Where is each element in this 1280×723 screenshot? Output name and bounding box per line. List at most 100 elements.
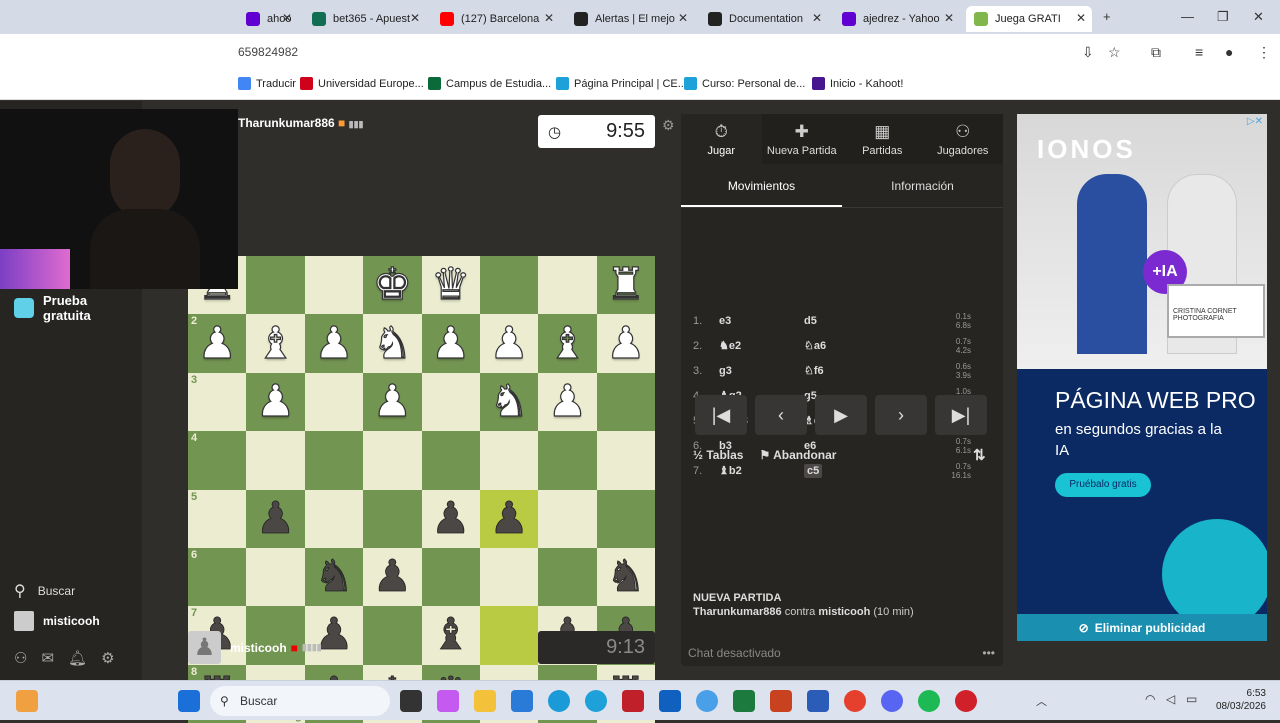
close-tab-icon[interactable]: ✕	[1076, 11, 1086, 25]
remove-ads-button[interactable]: ⊘ Eliminar publicidad	[1017, 614, 1267, 641]
settings-icon[interactable]: ⚙	[101, 649, 114, 667]
board-square[interactable]: ♟	[304, 314, 364, 373]
outlook-icon[interactable]	[659, 690, 681, 712]
close-tab-icon[interactable]: ✕	[678, 11, 688, 25]
black-move[interactable]: d5	[804, 315, 817, 327]
board-square[interactable]: ♝	[538, 314, 597, 373]
profile-icon[interactable]: ●	[1225, 44, 1233, 60]
prev-move-button[interactable]: ‹	[755, 395, 807, 435]
store-icon[interactable]	[511, 690, 533, 712]
panel-tab[interactable]: ⚇ Jugadores	[923, 114, 1004, 164]
app-icon[interactable]	[955, 690, 977, 712]
board-square[interactable]	[421, 431, 480, 490]
url-input[interactable]: 659824982	[238, 38, 1066, 66]
copilot-icon[interactable]	[437, 690, 459, 712]
board-square[interactable]	[246, 431, 305, 490]
board-square[interactable]: ♟	[246, 372, 305, 432]
sidebar-item[interactable]: Prueba gratuita	[14, 293, 113, 323]
app-icon[interactable]	[585, 690, 607, 712]
notifications-icon[interactable]: 🔔︎	[68, 649, 87, 667]
edge-icon[interactable]	[548, 690, 570, 712]
board-square[interactable]: ♝	[421, 606, 480, 665]
white-piece[interactable]: ♟	[372, 379, 413, 424]
black-move[interactable]: ♘f6	[804, 365, 824, 377]
extensions-icon[interactable]: ⧉	[1151, 44, 1161, 61]
white-piece[interactable]: ♟	[605, 320, 646, 365]
white-piece[interactable]: ♞	[372, 320, 413, 365]
battery-icon[interactable]: ▭	[1186, 692, 1197, 706]
close-tab-icon[interactable]: ✕	[944, 11, 954, 25]
board-square[interactable]	[596, 372, 655, 432]
excel-icon[interactable]	[733, 690, 755, 712]
settings-app-icon[interactable]	[696, 690, 718, 712]
bookmark-item[interactable]: Página Principal | CE...	[556, 77, 687, 90]
panel-tab[interactable]: ▦ Partidas	[842, 114, 923, 164]
sidebar-profile[interactable]: misticooh	[14, 611, 100, 631]
white-piece[interactable]: ♟	[430, 320, 471, 365]
chrome-icon[interactable]	[844, 690, 866, 712]
white-move[interactable]: e3	[719, 315, 804, 327]
white-piece[interactable]: ♜	[605, 262, 646, 307]
tray-chevron-icon[interactable]: ︿	[1036, 693, 1047, 709]
bookmark-item[interactable]: Curso: Personal de...	[684, 77, 805, 90]
start-icon[interactable]	[178, 690, 200, 712]
white-piece[interactable]: ♟	[489, 320, 530, 365]
board-square[interactable]: ♟	[479, 314, 539, 373]
widgets-icon[interactable]	[16, 690, 38, 712]
new-tab-button[interactable]: +	[1103, 9, 1111, 24]
board-square[interactable]	[421, 372, 480, 432]
panel-tab[interactable]: ✚ Nueva Partida	[762, 114, 843, 164]
board-square[interactable]: ♟	[421, 489, 480, 548]
word-icon[interactable]	[807, 690, 829, 712]
board-square[interactable]	[246, 547, 305, 607]
bookmark-star-icon[interactable]: ☆	[1108, 44, 1121, 61]
ad-choices-icon[interactable]: ▷✕	[1247, 116, 1263, 127]
black-piece[interactable]: ♟	[372, 554, 412, 599]
maximize-button[interactable]: ❐	[1217, 9, 1229, 25]
board-square[interactable]	[363, 606, 422, 665]
white-piece[interactable]: ♟	[255, 379, 296, 424]
top-player[interactable]: Tharunkumar886 ■ ▮▮▮	[238, 116, 364, 130]
file-explorer-icon[interactable]	[474, 690, 496, 712]
black-piece[interactable]: ♞	[314, 554, 354, 599]
install-icon[interactable]: ⇩	[1082, 44, 1094, 61]
wifi-icon[interactable]: ◠	[1145, 692, 1155, 706]
white-piece[interactable]: ♟	[197, 320, 238, 365]
white-move[interactable]: ♞e2	[719, 339, 804, 352]
minimize-button[interactable]: —	[1181, 9, 1194, 24]
white-piece[interactable]: ♝	[547, 320, 588, 365]
close-tab-icon[interactable]: ✕	[812, 11, 822, 25]
browser-tab[interactable]: ahoo ✕	[238, 6, 298, 32]
board-square[interactable]: ♟	[363, 372, 422, 432]
play-button[interactable]: ▶	[815, 395, 867, 435]
taskbar-search[interactable]: ⚲ Buscar	[210, 686, 390, 716]
messages-icon[interactable]: ✉	[41, 649, 54, 667]
black-piece[interactable]: ♝	[431, 613, 471, 658]
menu-icon[interactable]: ⋮	[1257, 44, 1271, 61]
board-square[interactable]	[421, 547, 480, 607]
board-square[interactable]	[304, 256, 364, 315]
board-square[interactable]: ♟	[363, 547, 422, 607]
board-square[interactable]: 3	[188, 372, 247, 432]
browser-tab[interactable]: bet365 - Apuest ✕	[304, 6, 426, 32]
board-square[interactable]: ♛	[421, 256, 480, 315]
board-square[interactable]: ♟	[421, 314, 480, 373]
bottom-player[interactable]: ♟ misticooh ■ ▮▮▮▮	[188, 631, 322, 664]
board-square[interactable]: 6	[188, 547, 247, 607]
more-icon[interactable]: •••	[982, 638, 995, 668]
close-tab-icon[interactable]: ✕	[410, 11, 420, 25]
board-square[interactable]	[479, 547, 539, 607]
browser-tab[interactable]: Alertas | El mejo ✕	[566, 6, 694, 32]
task-view-icon[interactable]	[400, 690, 422, 712]
mcafee-icon[interactable]	[622, 690, 644, 712]
black-piece[interactable]: ♟	[255, 496, 295, 541]
board-square[interactable]: ♟	[538, 372, 597, 432]
last-move-button[interactable]: ▶|	[935, 395, 987, 435]
media-icon[interactable]: ≡	[1195, 44, 1203, 60]
system-clock[interactable]: 6:53 08/03/2026	[1216, 687, 1266, 713]
draw-button[interactable]: ½ Tablas	[693, 448, 743, 462]
board-square[interactable]: ♞	[479, 372, 539, 432]
board-square[interactable]: ♝	[246, 314, 305, 373]
tab-info[interactable]: Información	[842, 164, 1003, 207]
ad-cta-button[interactable]: Pruébalo gratis	[1055, 473, 1151, 497]
